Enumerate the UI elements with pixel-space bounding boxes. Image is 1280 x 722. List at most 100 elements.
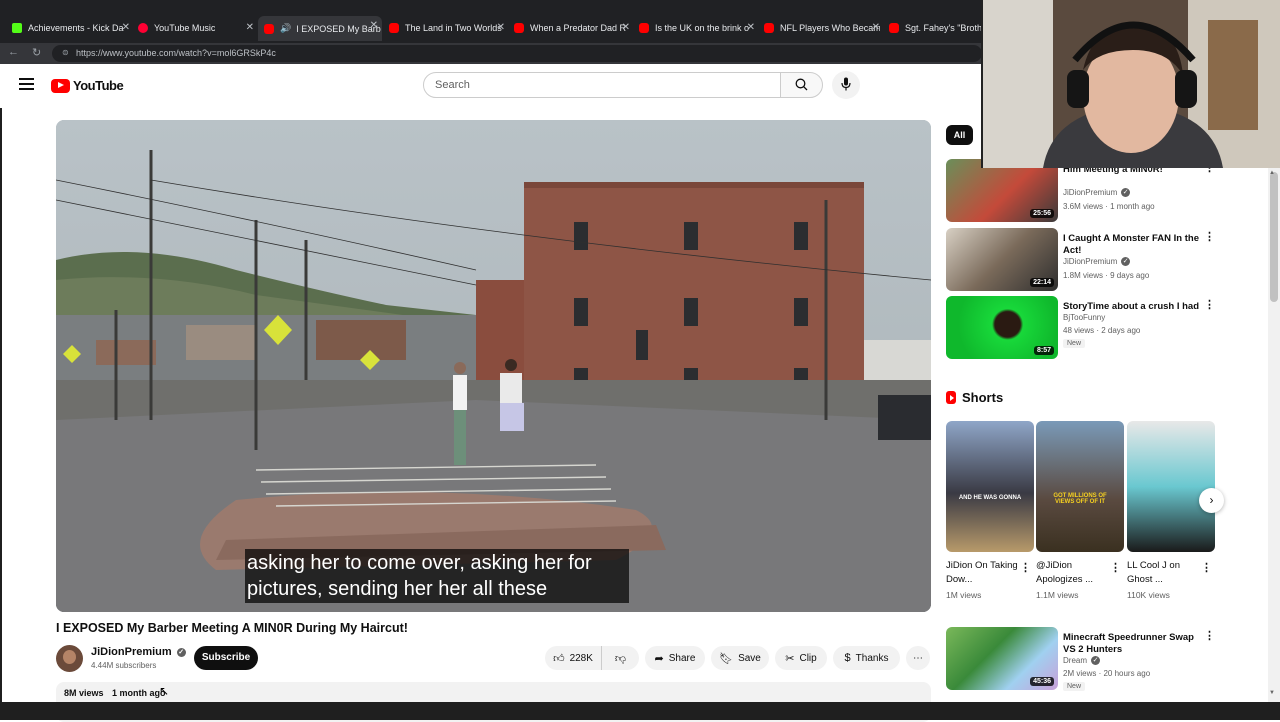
tab-video-5[interactable]: NFL Players Who Becam ✕ (764, 18, 880, 38)
hamburger-menu-icon[interactable] (19, 78, 34, 90)
search-input[interactable]: Search (423, 72, 781, 98)
webcam-overlay (981, 0, 1280, 168)
close-icon[interactable]: ✕ (872, 22, 880, 33)
scrollbar-thumb[interactable] (1270, 172, 1278, 302)
subscribe-button[interactable]: Subscribe (194, 646, 258, 670)
recommendation-item[interactable]: 45:36 Minecraft Speedrunner Swap VS 2 Hu… (946, 627, 1226, 691)
webcam-feed (983, 0, 1280, 168)
more-vertical-icon[interactable]: ⋮ (1201, 561, 1212, 574)
new-badge: New (1063, 682, 1086, 691)
bookmark-icon: 🔖︎ (719, 652, 734, 665)
video-player[interactable] (56, 120, 931, 612)
subscriber-count: 4.44M subscribers (91, 661, 157, 670)
more-vertical-icon[interactable]: ⋮ (1110, 561, 1121, 574)
more-actions-button[interactable]: ⋯ (906, 646, 930, 670)
video-thumbnail[interactable]: 45:36 (946, 627, 1058, 690)
close-icon[interactable]: ✕ (622, 22, 630, 33)
shorts-heading: Shorts (946, 390, 1003, 405)
recommendation-channel[interactable]: JiDionPremium ✓ (1063, 188, 1131, 197)
video-thumbnail[interactable]: 25:56 (946, 159, 1058, 222)
window-edge (0, 64, 2, 702)
taskbar-edge (0, 702, 1280, 720)
verified-check-icon: ✓ (176, 647, 186, 657)
more-vertical-icon[interactable]: ⋮ (1020, 561, 1031, 574)
scrollbar[interactable] (1268, 168, 1280, 702)
youtube-icon (389, 23, 399, 33)
verified-check-icon: ✓ (1121, 188, 1131, 197)
thumbs-up-icon: 👍︎ (553, 652, 565, 665)
short-item[interactable]: GOT MILLIONS OF VIEWS OFF OF IT @JiDion … (1036, 421, 1124, 600)
tab-video-6[interactable]: Sgt. Fahey's "Brothers (889, 18, 984, 38)
tab-video-2[interactable]: The Land in Two Worlds ✕ (389, 18, 505, 38)
youtube-icon (889, 23, 899, 33)
new-badge: New (1063, 339, 1086, 348)
recommendation-item[interactable]: 22:14 I Caught A Monster FAN In the Act!… (946, 228, 1226, 291)
more-vertical-icon[interactable]: ⋮ (1204, 629, 1215, 642)
tab-youtube-music[interactable]: YouTube Music ✕ (138, 18, 254, 38)
close-icon[interactable]: ✕ (246, 22, 254, 33)
reload-icon[interactable]: ↻ (32, 46, 41, 59)
channel-name-row[interactable]: JiDionPremium ✓ (91, 646, 186, 658)
chevron-right-icon: › (1209, 493, 1214, 507)
scroll-down-icon[interactable]: ▼ (1269, 690, 1275, 696)
video-captions: asking her to come over, asking her for … (245, 549, 629, 603)
tab-video-4[interactable]: Is the UK on the brink o ✕ (639, 18, 755, 38)
url-input[interactable]: ⊜ https://www.youtube.com/watch?v=mol6GR… (52, 45, 982, 62)
scissors-icon: ✂ (785, 652, 795, 665)
tab-active-video[interactable]: 🔊 I EXPOSED My Barb ✕ (258, 16, 382, 41)
like-button[interactable]: 👍︎ 228K (545, 646, 601, 670)
video-thumbnail[interactable]: 8:57 (946, 296, 1058, 359)
tab-video-3[interactable]: When a Predator Dad R ✕ (514, 18, 630, 38)
recommendation-channel[interactable]: JiDionPremium ✓ (1063, 257, 1131, 266)
recommendation-item[interactable]: 25:56 Him Meeting a MIN0R! JiDionPremium… (946, 159, 1226, 222)
shorts-icon (946, 391, 956, 404)
more-vertical-icon[interactable]: ⋮ (1204, 230, 1215, 243)
youtube-logo[interactable]: YouTube (51, 78, 124, 93)
short-item[interactable]: AND HE WAS GONNA JiDion On Taking Dow...… (946, 421, 1034, 600)
share-arrow-icon: ➦ (654, 652, 664, 665)
thanks-button[interactable]: $ Thanks (833, 646, 900, 670)
voice-search-button[interactable] (832, 71, 860, 99)
short-thumbnail[interactable] (1127, 421, 1215, 552)
video-title: I EXPOSED My Barber Meeting A MIN0R Duri… (56, 621, 408, 635)
close-icon[interactable]: ✕ (497, 22, 505, 33)
search-icon (795, 78, 808, 91)
youtube-icon (639, 23, 649, 33)
more-horizontal-icon: ⋯ (913, 652, 923, 664)
search-button[interactable] (780, 72, 823, 98)
more-vertical-icon[interactable]: ⋮ (1204, 298, 1215, 311)
scroll-up-icon[interactable]: ▲ (1269, 170, 1275, 176)
short-thumbnail[interactable]: GOT MILLIONS OF VIEWS OFF OF IT (1036, 421, 1124, 552)
verified-check-icon: ✓ (1091, 656, 1101, 665)
save-button[interactable]: 🔖︎ Save (711, 646, 769, 670)
youtube-icon (514, 23, 524, 33)
youtube-icon (264, 23, 274, 34)
kick-icon (12, 23, 22, 33)
speaker-icon[interactable]: 🔊 (280, 23, 291, 34)
close-icon[interactable]: ✕ (370, 20, 378, 31)
close-icon[interactable]: ✕ (747, 22, 755, 33)
short-item[interactable]: LL Cool J on Ghost ... ⋮ 110K views (1127, 421, 1215, 600)
recommendation-channel[interactable]: BjTooFunny (1063, 313, 1105, 322)
shorts-next-button[interactable]: › (1199, 488, 1224, 513)
short-thumbnail[interactable]: AND HE WAS GONNA (946, 421, 1034, 552)
site-info-icon[interactable]: ⊜ (62, 48, 69, 57)
recommendation-item[interactable]: 8:57 StoryTime about a crush I had BjToo… (946, 296, 1226, 359)
recommendation-channel[interactable]: Dream ✓ (1063, 656, 1101, 665)
back-arrow-icon[interactable]: ← (8, 46, 19, 58)
youtube-music-icon (138, 23, 148, 33)
channel-avatar[interactable] (56, 645, 83, 672)
chip-all[interactable]: All (946, 125, 973, 145)
youtube-icon (764, 23, 774, 33)
dislike-button[interactable]: 👎︎ (601, 646, 639, 670)
share-button[interactable]: ➦ Share (645, 646, 705, 670)
mouse-cursor-icon: ↖ (159, 684, 170, 698)
thumbs-down-icon: 👎︎ (614, 652, 627, 665)
microphone-icon (841, 77, 851, 91)
clip-button[interactable]: ✂ Clip (775, 646, 827, 670)
video-thumbnail[interactable]: 22:14 (946, 228, 1058, 291)
close-icon[interactable]: ✕ (122, 22, 130, 33)
super-thanks-icon: $ (844, 652, 851, 664)
tab-kick[interactable]: Achievements - Kick Da ✕ (12, 18, 130, 38)
verified-check-icon: ✓ (1121, 257, 1131, 266)
